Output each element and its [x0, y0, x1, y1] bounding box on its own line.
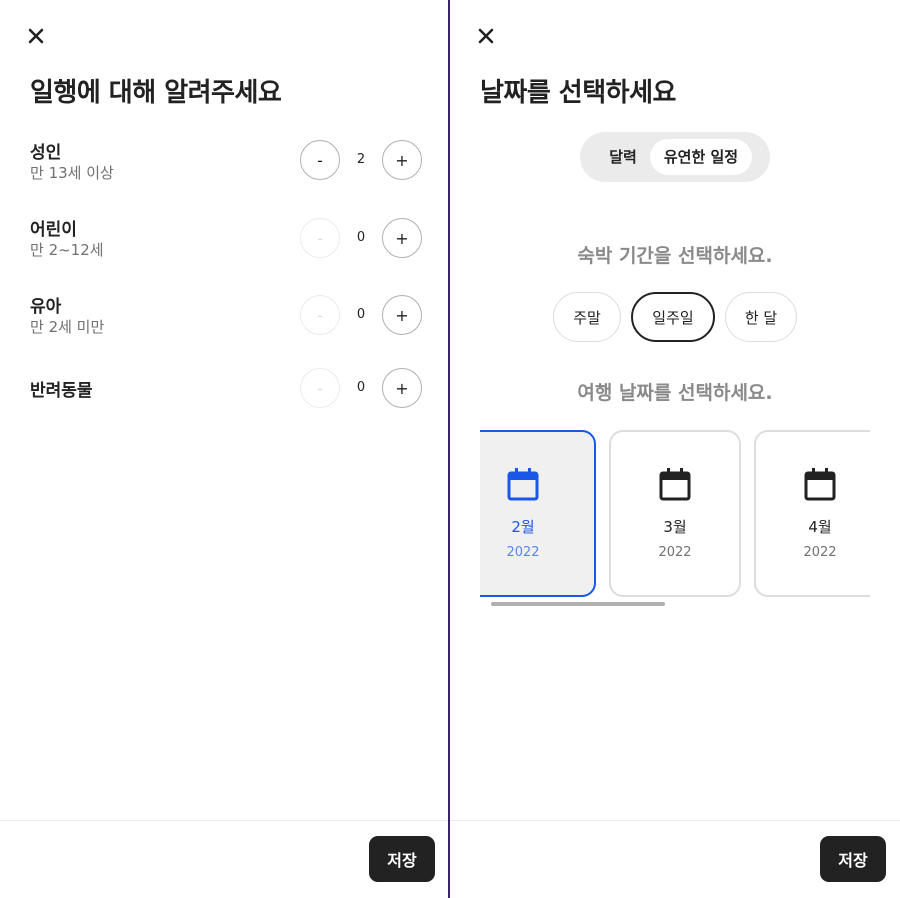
increment-button[interactable]: +	[382, 218, 422, 258]
guest-sublabel: 만 2~12세	[30, 241, 104, 259]
guest-sublabel: 만 2세 미만	[30, 318, 105, 336]
infants-stepper: - 0 +	[300, 295, 422, 335]
decrement-button[interactable]: -	[300, 140, 340, 180]
guest-label: 성인	[30, 143, 62, 163]
month-name: 4월	[808, 518, 832, 536]
month-carousel[interactable]: 2월 2022 3월 2022 4월 2022	[480, 428, 870, 610]
calendar-icon	[803, 466, 837, 502]
stay-option-month[interactable]: 한 달	[725, 292, 797, 342]
guest-label: 반려동물	[30, 381, 93, 401]
page-title: 일행에 대해 알려주세요	[30, 78, 282, 108]
month-year: 2022	[506, 545, 540, 560]
decrement-button[interactable]: -	[300, 295, 340, 335]
footer-divider	[0, 820, 448, 821]
save-button[interactable]: 저장	[369, 836, 435, 882]
close-icon[interactable]	[26, 26, 46, 46]
count-value: 0	[356, 230, 366, 245]
stay-option-week[interactable]: 일주일	[631, 292, 715, 342]
month-year: 2022	[658, 545, 692, 560]
guests-panel: 일행에 대해 알려주세요 성인 만 13세 이상 - 2 + 어린이 만 2~1…	[0, 0, 448, 898]
guest-sublabel: 만 13세 이상	[30, 164, 114, 182]
increment-button[interactable]: +	[382, 295, 422, 335]
date-mode-tabs: 달력 유연한 일정	[580, 132, 770, 182]
tab-calendar[interactable]: 달력	[598, 139, 648, 175]
carousel-scrollbar[interactable]	[491, 602, 665, 606]
stay-length-heading: 숙박 기간을 선택하세요.	[577, 245, 773, 267]
page-title: 날짜를 선택하세요	[480, 78, 676, 108]
guest-row-infants: 유아 만 2세 미만 - 0 +	[30, 292, 422, 336]
month-card[interactable]: 2월 2022	[480, 430, 596, 597]
guest-row-children: 어린이 만 2~12세 - 0 +	[30, 215, 422, 259]
stay-option-weekend[interactable]: 주말	[553, 292, 621, 342]
guest-row-pets: 반려동물 - 0 +	[30, 368, 422, 420]
decrement-button[interactable]: -	[300, 368, 340, 408]
footer-divider	[450, 820, 900, 821]
decrement-button[interactable]: -	[300, 218, 340, 258]
children-stepper: - 0 +	[300, 218, 422, 258]
month-year: 2022	[803, 545, 837, 560]
month-card[interactable]: 3월 2022	[609, 430, 741, 597]
count-value: 2	[356, 152, 366, 167]
adults-stepper: - 2 +	[300, 140, 422, 180]
month-name: 3월	[663, 518, 687, 536]
month-name: 2월	[511, 518, 535, 536]
trip-dates-heading: 여행 날짜를 선택하세요.	[577, 382, 773, 404]
guest-row-adults: 성인 만 13세 이상 - 2 +	[30, 138, 422, 182]
count-value: 0	[356, 380, 366, 395]
guest-label: 어린이	[30, 220, 77, 240]
close-icon[interactable]	[476, 26, 496, 46]
increment-button[interactable]: +	[382, 140, 422, 180]
dates-panel: 날짜를 선택하세요 달력 유연한 일정 숙박 기간을 선택하세요. 주말 일주일…	[450, 0, 900, 898]
calendar-icon	[506, 466, 540, 502]
tab-flexible-dates[interactable]: 유연한 일정	[650, 139, 752, 175]
increment-button[interactable]: +	[382, 368, 422, 408]
count-value: 0	[356, 307, 366, 322]
pets-stepper: - 0 +	[300, 368, 422, 408]
month-card[interactable]: 4월 2022	[754, 430, 870, 597]
calendar-icon	[658, 466, 692, 502]
guest-label: 유아	[30, 297, 62, 317]
save-button[interactable]: 저장	[820, 836, 886, 882]
